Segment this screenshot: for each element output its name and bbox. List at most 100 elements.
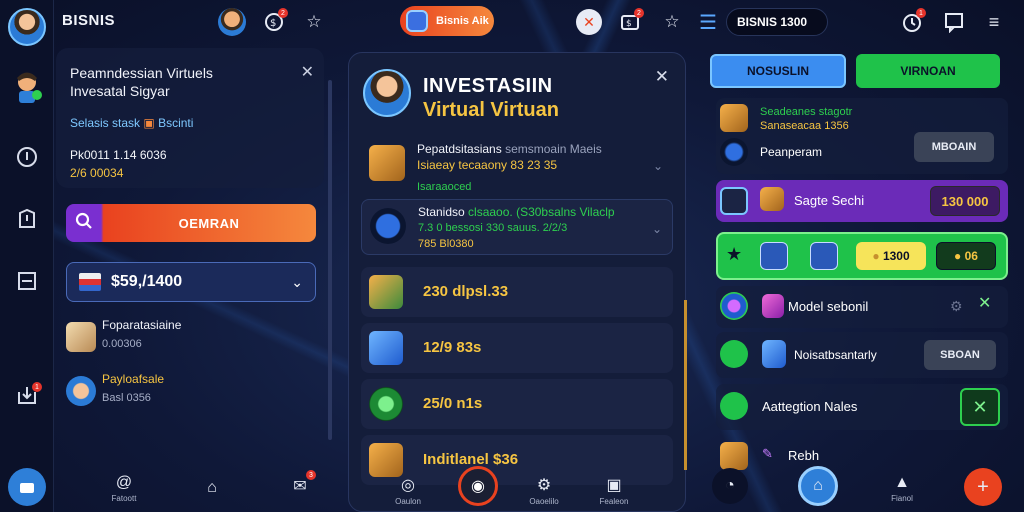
left-panel-subtitle: Selasis stask ▣ Bscinti (70, 116, 193, 130)
row-line-1: Pepatdsitasians semsmoain Maeis (417, 141, 602, 157)
gold-coin-icon: ● (954, 249, 962, 263)
center-action-button[interactable]: ◉ (458, 466, 498, 506)
robot-icon (720, 138, 748, 166)
flag-icon (79, 273, 101, 291)
mail-icon: ✉ (293, 478, 307, 495)
green-badge-icon (720, 392, 748, 420)
chevron-down-icon: ⌄ (652, 159, 663, 173)
right-card-1: Seadeanes stagotr Sanaseacaa 1356 Peanpe… (716, 98, 1008, 174)
money-badge: 2 (278, 8, 288, 18)
export-icon[interactable]: 1 (12, 380, 42, 410)
star-icon[interactable]: ☆ (302, 10, 326, 34)
list-item[interactable]: Payloafsale Basl 0356 (66, 370, 316, 420)
shield-icon-svg (19, 208, 35, 228)
left-panel-title: Peamndessian Virtuels Invesatal Sigyar (70, 65, 213, 99)
settings-icon[interactable]: ⚙ (950, 298, 963, 314)
nav-b6[interactable]: ▣ Fealeon (596, 472, 632, 508)
orb-icon (720, 292, 748, 320)
modal-scrollbar[interactable] (684, 300, 687, 470)
coin-value-text: 1300 (882, 249, 910, 263)
hamburger-menu-icon[interactable]: ≡ (982, 10, 1006, 34)
list-item-title: Foparatasiaine (102, 318, 182, 332)
amount-select[interactable]: $59,/1400 ⌄ (66, 262, 316, 302)
right-card-3[interactable]: ★ ● 1300 ● 06 (716, 232, 1008, 280)
building-icon: ⌂ (813, 477, 823, 494)
gear-icon (370, 208, 406, 244)
home-button[interactable] (8, 468, 46, 506)
nav-b2[interactable]: ⌂ (194, 470, 230, 506)
nav-b8[interactable]: ⌂ (798, 466, 838, 506)
money-icon[interactable]: $ 2 (262, 8, 288, 34)
chat-icon[interactable] (942, 10, 966, 34)
mboain-button[interactable]: MBOAIN (914, 132, 994, 162)
nav-b3[interactable]: ✉ 3 (282, 468, 318, 504)
modal-close-icon[interactable]: ✕ (655, 67, 669, 87)
right-card-2[interactable]: Sagte Sechi 130 000 (716, 180, 1008, 222)
box-icon (66, 322, 96, 352)
nav-b1[interactable]: @ Fatoott (106, 470, 142, 506)
nav-b4[interactable]: ◎ Oaulon (390, 472, 426, 508)
investment-row[interactable]: Stanidso clsaaoo. (S30bsalns Vilaclp 7.3… (361, 199, 673, 255)
nav-b5[interactable]: ⚙ Oaoelilo (526, 472, 562, 508)
right-card-4[interactable]: Model sebonil ⚙ ✕ (716, 286, 1008, 328)
bottom-bar: @ Fatoott ⌂ ✉ 3 ◎ Oaulon ◉ ⚙ Oaoelilo ▣ … (0, 464, 1024, 512)
investment-item[interactable]: 25/0 n1s (361, 379, 673, 429)
investment-item[interactable]: 230 dlpsl.33 (361, 267, 673, 317)
left-info-card: Peamndessian Virtuels Invesatal Sigyar ✕… (56, 48, 324, 188)
subtitle-text: Selasis stask (70, 116, 141, 130)
crate-icon (369, 275, 403, 309)
shield-icon[interactable] (12, 204, 42, 234)
business-pill-button[interactable]: Bisnis Aik (400, 6, 494, 36)
modal-subtitle: Virtual Virtuan (423, 99, 559, 121)
chevron-down-icon: ⌄ (291, 273, 303, 290)
info-icon-svg (17, 147, 37, 167)
select-value: $59,/1400 (111, 273, 183, 290)
sboan-button[interactable]: SBOAN (924, 340, 996, 370)
nav-b9-label: Fianol (891, 493, 913, 503)
compass-icon[interactable]: ✕ (576, 9, 602, 35)
power-icon: ◎ (401, 476, 415, 494)
tab-virnoan[interactable]: VIRNOAN (856, 54, 1000, 88)
item-value: 25/0 n1s (423, 395, 483, 412)
investment-row[interactable]: Pepatdsitasians semsmoain Maeis Isiaeay … (361, 137, 673, 195)
nav-b9[interactable]: ▲ Fianol (884, 470, 920, 506)
list-item-title: Payloafsale (102, 372, 165, 386)
coin-value: ● 1300 (856, 242, 926, 270)
close-icon[interactable]: ✕ (301, 62, 314, 82)
user-avatar[interactable] (8, 8, 46, 46)
timer-icon[interactable]: 1 (900, 8, 926, 34)
row-line-3: Isaraaoced (417, 181, 472, 193)
info-icon[interactable] (12, 142, 42, 172)
search-button[interactable]: OEMRAN (66, 204, 316, 242)
chat-icon-svg (945, 13, 963, 33)
close-icon[interactable]: ✕ (978, 296, 991, 312)
store-icon: ⌂ (207, 479, 217, 496)
investment-item[interactable]: 12/9 83s (361, 323, 673, 373)
left-panel: Peamndessian Virtuels Invesatal Sigyar ✕… (56, 48, 328, 508)
timer-icon: ◔ (725, 477, 735, 494)
menu-lines-icon[interactable]: ☰ (696, 10, 720, 34)
add-button[interactable]: + (964, 468, 1002, 506)
item-value: 12/9 83s (423, 339, 482, 356)
profile-avatar-icon[interactable] (218, 8, 246, 36)
star-icon: ★ (726, 244, 743, 264)
row-line-1b: semsmoain Maeis (505, 142, 602, 156)
left-scrollbar[interactable] (328, 80, 332, 440)
close-icon[interactable]: ✕ (960, 388, 1000, 426)
right-card-5[interactable]: Noisatbsantarly SBOAN (716, 332, 1008, 378)
tab-nosuslin[interactable]: NOSUSLIN (710, 54, 846, 88)
favorite-star-icon[interactable]: ☆ (660, 10, 684, 34)
card-label: Peanperam (760, 145, 823, 159)
svg-text:$: $ (270, 18, 276, 29)
wallet-icon[interactable]: $ 2 (618, 8, 644, 34)
list-item[interactable]: Foparatasiaine 0.00306 (66, 316, 316, 366)
business-value-field[interactable]: BISNIS 1300 (726, 8, 828, 36)
nav-b7[interactable]: ◔ (712, 468, 748, 504)
blue-cube-icon (369, 331, 403, 365)
document-icon[interactable] (12, 266, 42, 296)
character-icon[interactable] (10, 68, 44, 106)
headset-icon: ◉ (471, 478, 485, 495)
right-card-6[interactable]: Aattegtion Nales ✕ (716, 384, 1008, 430)
business-app-icon (406, 10, 428, 32)
gold-value-text: 06 (964, 249, 978, 263)
